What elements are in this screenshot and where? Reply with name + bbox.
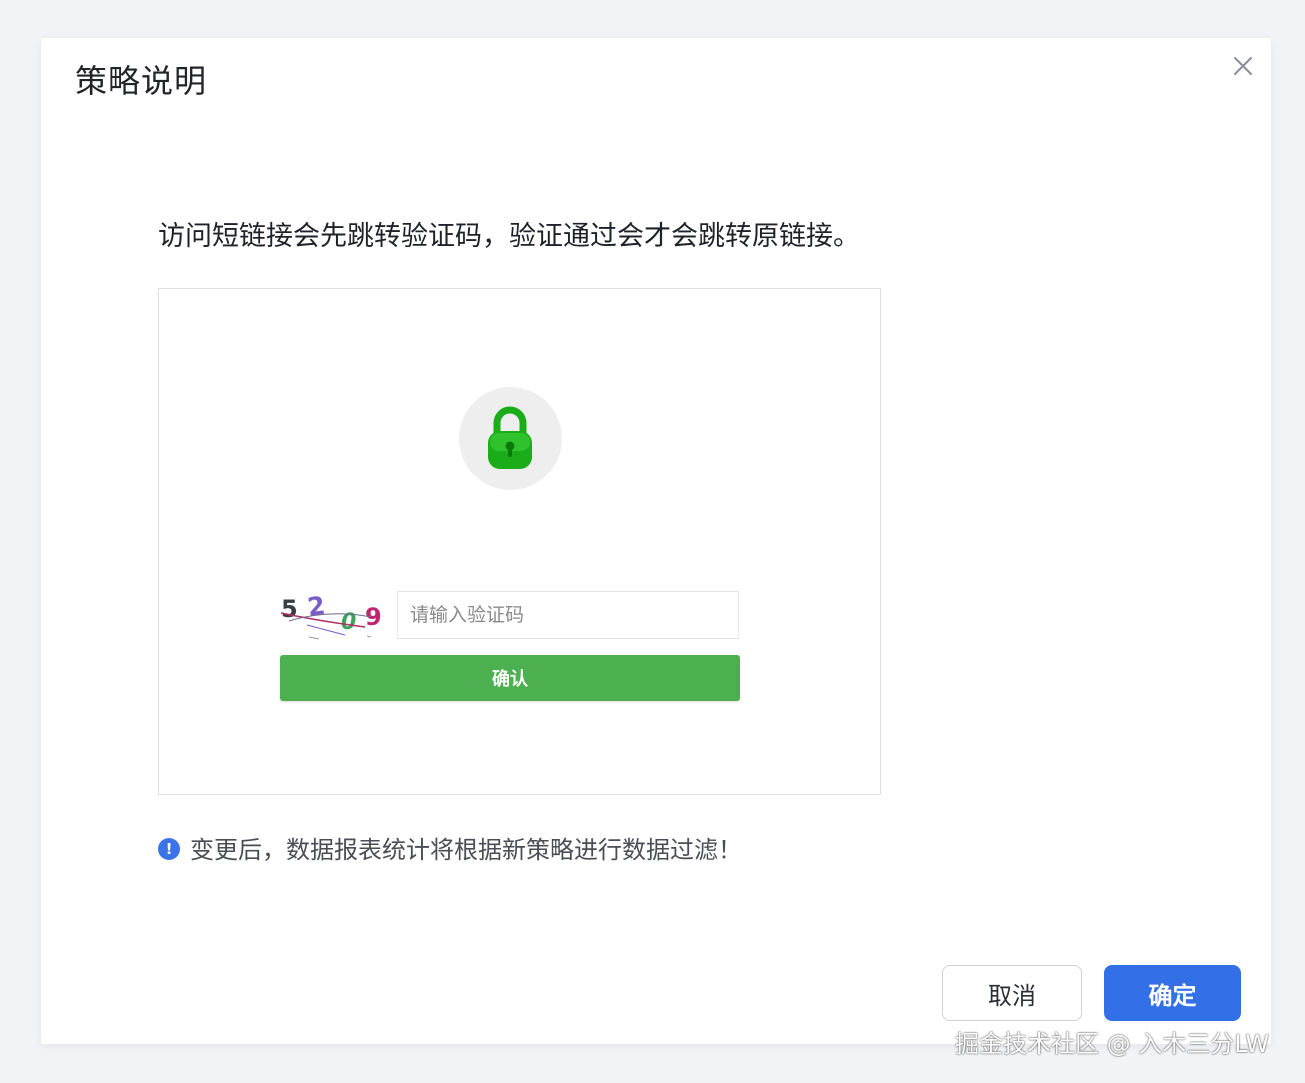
lock-badge	[459, 387, 562, 490]
captcha-image[interactable]: 5 2 0 9	[279, 591, 387, 641]
strategy-description: 访问短链接会先跳转验证码，验证通过会才会跳转原链接。	[158, 221, 860, 252]
strategy-dialog: 策略说明 访问短链接会先跳转验证码，验证通过会才会跳转原链接。 5 2 0 9	[41, 38, 1271, 1044]
cancel-button[interactable]: 取消	[942, 965, 1082, 1021]
notice-text: 变更后，数据报表统计将根据新策略进行数据过滤！	[190, 836, 742, 864]
watermark: 掘金技术社区 @ 入木三分LW	[955, 1030, 1270, 1058]
captcha-input[interactable]	[397, 591, 739, 639]
svg-text:2: 2	[306, 591, 327, 622]
close-icon[interactable]	[1231, 54, 1255, 78]
lock-icon	[488, 406, 532, 469]
svg-text:9: 9	[365, 603, 382, 631]
verify-button[interactable]: 确认	[280, 655, 740, 701]
info-icon: !	[158, 837, 180, 860]
dialog-title: 策略说明	[75, 62, 208, 100]
captcha-preview: 5 2 0 9 确认	[158, 288, 881, 795]
confirm-button[interactable]: 确定	[1104, 965, 1241, 1021]
notice: ! 变更后，数据报表统计将根据新策略进行数据过滤！	[158, 830, 742, 865]
